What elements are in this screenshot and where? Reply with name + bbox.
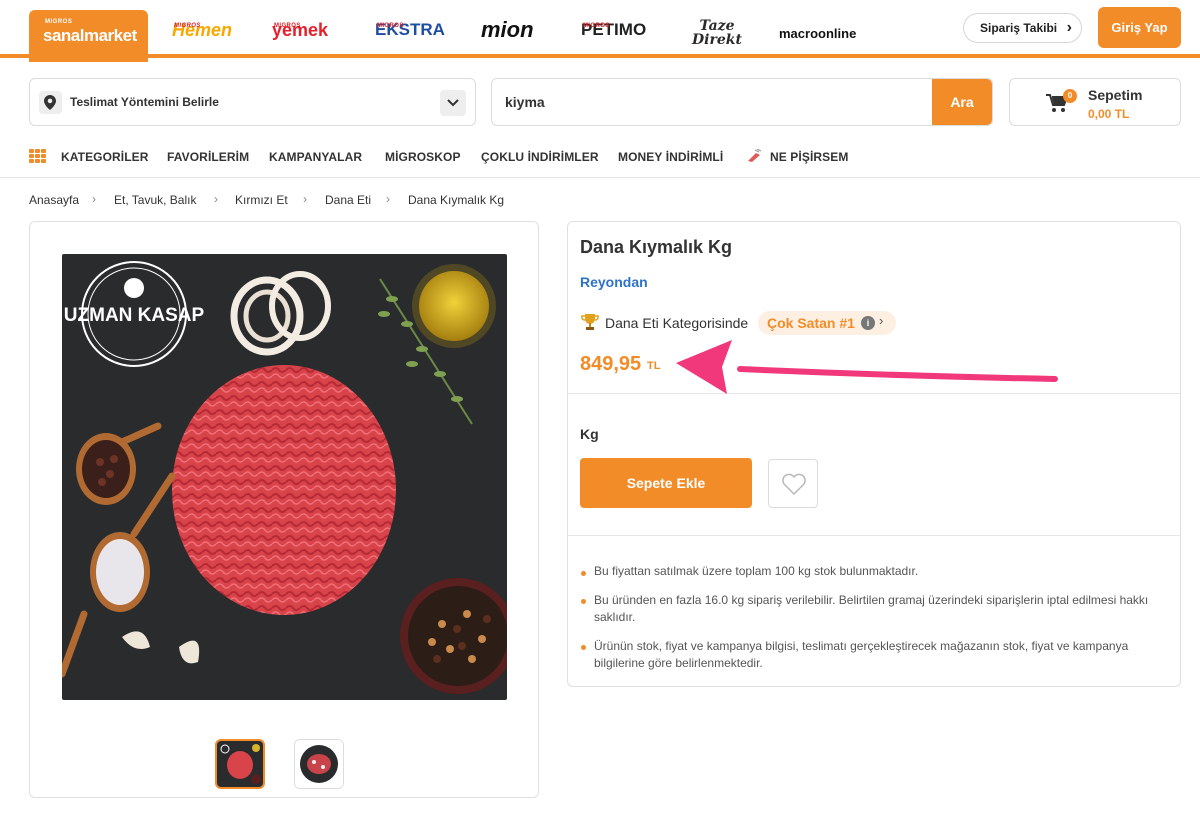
trophy-icon xyxy=(580,312,600,337)
brand-name: mion xyxy=(481,17,534,42)
brand-prefix: MIGROS xyxy=(377,23,404,29)
search-box: Ara xyxy=(491,78,993,126)
brand-tab-petimo[interactable]: MIGROS PETIMO xyxy=(581,18,646,42)
cart-total: 0,00 TL xyxy=(1088,107,1130,121)
product-title: Dana Kıymalık Kg xyxy=(580,237,733,257)
info-icon: i xyxy=(861,316,875,330)
brand-tab-hemen[interactable]: MIGROS Hemen xyxy=(172,18,232,42)
brand-prefix: MIGROS xyxy=(274,23,301,29)
brand-bar: MIGROS sanalmarket MIGROS Hemen MIGROS yem… xyxy=(0,0,1200,62)
nav-item-money-discounts[interactable]: MONEY İNDİRİMLİ xyxy=(618,150,723,164)
breadcrumb-item-red-meat[interactable]: Kırmızı Et xyxy=(235,193,288,207)
delivery-method-selector[interactable]: Teslimat Yöntemini Belirle xyxy=(29,78,476,126)
cart-count-badge: 0 xyxy=(1063,89,1077,103)
breadcrumb-item-home[interactable]: Anasayfa xyxy=(29,193,79,207)
cart-title: Sepetim xyxy=(1088,87,1143,103)
chevron-right-icon: › xyxy=(92,192,96,206)
breadcrumb-item-beef[interactable]: Dana Eti xyxy=(325,193,371,207)
product-price: 849,95 xyxy=(580,353,642,375)
favorite-button[interactable] xyxy=(768,459,818,508)
nav-item-favorites[interactable]: FAVORİLERİM xyxy=(167,150,249,164)
nav-item-categories[interactable]: KATEGORİLER xyxy=(61,150,149,164)
nav-item-what-to-cook[interactable]: NE PİŞİRSEM xyxy=(770,150,848,164)
brand-name: sanalmarket xyxy=(43,26,137,45)
search-button[interactable]: Ara xyxy=(932,79,992,125)
delivery-method-label: Teslimat Yöntemini Belirle xyxy=(70,95,219,109)
category-ranking-label: Dana Eti Kategorisinde xyxy=(605,315,749,331)
main-nav: KATEGORİLER FAVORİLERİM KAMPANYALAR MİGR… xyxy=(0,136,1200,178)
brand-tab-ekstra[interactable]: MIGROS EKSTRA xyxy=(375,18,445,42)
cart-button[interactable]: 0 Sepetim 0,00 TL xyxy=(1009,78,1181,126)
order-tracking-label: Sipariş Takibi xyxy=(980,21,1058,35)
chevron-right-icon: › xyxy=(386,192,390,206)
divider xyxy=(568,393,1180,394)
divider xyxy=(568,535,1180,536)
best-seller-badge[interactable]: Çok Satan #1 i › xyxy=(758,311,896,335)
product-thumbnail-1[interactable] xyxy=(215,739,265,789)
bullet-icon xyxy=(581,571,586,576)
chevron-right-icon: › xyxy=(303,192,307,206)
brand-tab-macroonline[interactable]: macroonline xyxy=(779,22,856,46)
bullet-icon xyxy=(581,645,586,650)
brand-name: Taze Direkt xyxy=(692,18,742,48)
product-unit: Kg xyxy=(580,426,599,442)
login-button[interactable]: Giriş Yap xyxy=(1098,7,1181,48)
brand-tab-taze-direkt[interactable]: Taze Direkt xyxy=(691,19,743,47)
brand-tab-sanalmarket[interactable]: MIGROS sanalmarket xyxy=(29,10,148,62)
chevron-right-icon: › xyxy=(214,192,218,206)
stock-note: Bu fiyattan satılmak üzere toplam 100 kg… xyxy=(594,564,919,578)
breadcrumb-item-current: Dana Kıymalık Kg xyxy=(408,193,505,207)
nav-item-multi-discounts[interactable]: ÇOKLU İNDİRİMLER xyxy=(481,150,599,164)
brand-prefix: MIGROS xyxy=(45,19,73,25)
grid-icon xyxy=(29,149,46,163)
chef-icon xyxy=(746,148,762,166)
heart-icon xyxy=(782,473,806,495)
chevron-down-icon[interactable] xyxy=(440,90,466,116)
product-brand-link[interactable]: Reyondan xyxy=(580,274,648,290)
location-pin-icon xyxy=(39,91,62,114)
add-to-cart-button[interactable]: Sepete Ekle xyxy=(580,458,752,508)
product-logo-text: UZMAN KASAP xyxy=(64,305,205,326)
brand-prefix: MIGROS xyxy=(174,23,201,29)
price-currency: TL xyxy=(647,360,661,372)
best-seller-label: Çok Satan #1 xyxy=(767,315,855,331)
chevron-right-icon: › xyxy=(879,313,884,328)
brand-prefix: MIGROS xyxy=(583,23,610,29)
product-image[interactable]: UZMAN KASAP xyxy=(62,254,507,700)
breadcrumb-item-meat-poultry-fish[interactable]: Et, Tavuk, Balık xyxy=(114,193,196,207)
bullet-icon xyxy=(581,599,586,604)
order-tracking-button[interactable]: Sipariş Takibi › xyxy=(963,13,1082,43)
brand-tab-yemek[interactable]: MIGROS yemek xyxy=(272,18,328,42)
chevron-right-icon: › xyxy=(1066,19,1072,36)
nav-item-migroskop[interactable]: MİGROSKOP xyxy=(385,150,461,164)
order-limit-note: Bu üründen en fazla 16.0 kg sipariş veri… xyxy=(594,593,1149,624)
brand-tab-mion[interactable]: mion xyxy=(481,18,534,42)
store-info-note: Ürünün stok, fiyat ve kampanya bilgisi, … xyxy=(594,639,1129,670)
brand-name: macroonline xyxy=(779,26,857,41)
product-thumbnail-2[interactable] xyxy=(294,739,344,789)
product-image-panel: UZMAN KASAP xyxy=(29,221,539,798)
nav-item-campaigns[interactable]: KAMPANYALAR xyxy=(269,150,362,164)
product-info-panel: Dana Kıymalık Kg Reyondan Dana Eti Kateg… xyxy=(567,221,1181,687)
search-input[interactable] xyxy=(492,79,932,125)
